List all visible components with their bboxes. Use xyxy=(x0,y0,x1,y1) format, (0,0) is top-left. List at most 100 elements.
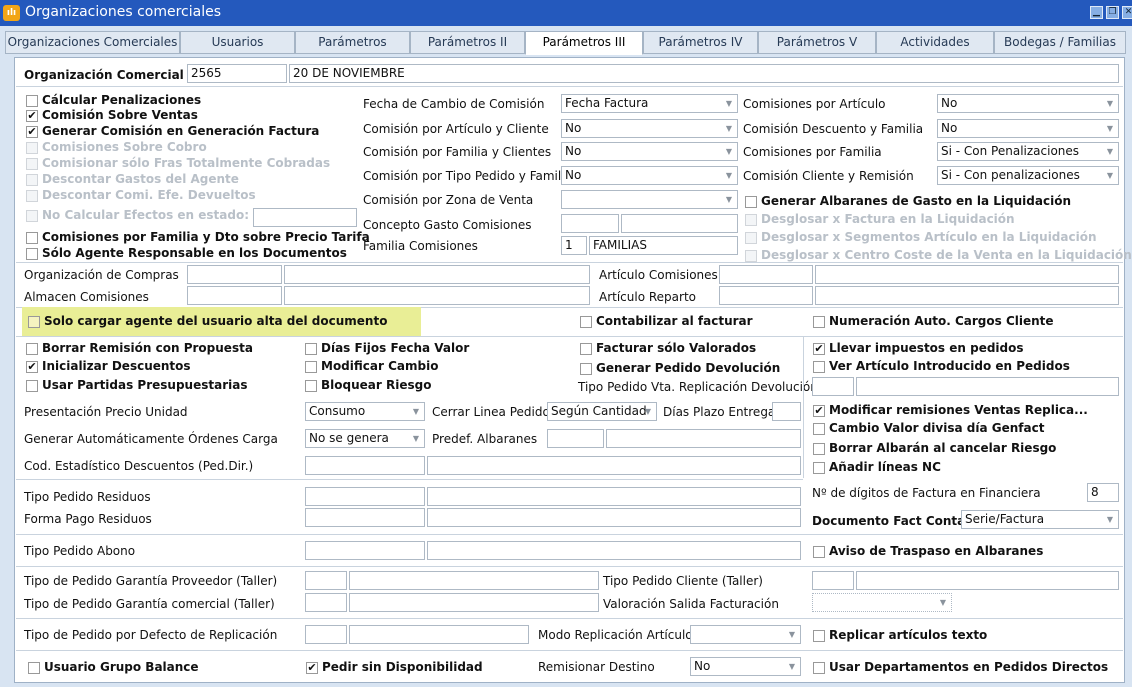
pedir-sin-checkbox[interactable]: ✔ xyxy=(306,662,318,674)
gar-com-code[interactable] xyxy=(305,593,347,612)
tipo-repl-dev-desc[interactable] xyxy=(856,377,1119,396)
tipo-repl-dev-code[interactable] xyxy=(812,377,854,396)
com-familia-select[interactable]: Si - Con Penalizaciones ▼ xyxy=(937,142,1119,161)
org-code-field[interactable]: 2565 xyxy=(187,64,287,83)
modo-repl-select[interactable]: ▼ xyxy=(690,625,801,644)
opt-d-checkbox-1[interactable] xyxy=(813,361,825,373)
opt-e-checkbox-0[interactable]: ✔ xyxy=(813,405,825,417)
tipo-abono-label: Tipo Pedido Abono xyxy=(24,544,136,558)
art-com-code[interactable] xyxy=(719,265,813,284)
concepto-gasto-code[interactable] xyxy=(561,214,619,233)
com-articulo-select[interactable]: No ▼ xyxy=(937,94,1119,113)
com-descuento-select[interactable]: No ▼ xyxy=(937,119,1119,138)
art-cliente-select[interactable]: No ▼ xyxy=(561,119,738,138)
cerrar-select[interactable]: Según Cantidad ▼ xyxy=(547,402,657,421)
art-rep-code[interactable] xyxy=(719,286,813,305)
tab-parametros-v[interactable]: Parámetros V xyxy=(758,31,876,54)
opt-a-checkbox-2[interactable] xyxy=(26,380,38,392)
gar-com-desc[interactable] xyxy=(349,593,599,612)
maximize-button[interactable]: ❐ xyxy=(1106,6,1119,19)
numeracion-checkbox[interactable] xyxy=(813,316,825,328)
art-com-desc[interactable] xyxy=(815,265,1119,284)
aviso-checkbox[interactable] xyxy=(813,546,825,558)
digitos-field[interactable]: 8 xyxy=(1087,483,1119,502)
gar-prov-desc[interactable] xyxy=(349,571,599,590)
tipo-residuos-desc[interactable] xyxy=(427,487,801,506)
usar-deptos-checkbox[interactable] xyxy=(813,662,825,674)
almacen-code[interactable] xyxy=(187,286,282,305)
tab-organizaciones-comerciales[interactable]: Organizaciones Comerciales xyxy=(5,31,180,54)
opt-b-checkbox-1[interactable] xyxy=(305,361,317,373)
left-check-label-8: Comisiones por Familia y Dto sobre Preci… xyxy=(42,230,370,244)
tab-parametros-ii[interactable]: Parámetros II xyxy=(410,31,525,54)
tab-usuarios[interactable]: Usuarios xyxy=(180,31,295,54)
predef-code[interactable] xyxy=(547,429,604,448)
tipo-pedido-fam-select[interactable]: No ▼ xyxy=(561,166,738,185)
close-button[interactable]: ✕ xyxy=(1122,6,1132,19)
replicar-texto-checkbox[interactable] xyxy=(813,630,825,642)
opt-c-checkbox-0[interactable] xyxy=(580,343,592,355)
doc-fact-select[interactable]: Serie/Factura ▼ xyxy=(961,510,1119,529)
tab-parametros-iv[interactable]: Parámetros IV xyxy=(643,31,758,54)
numeracion-label: Numeración Auto. Cargos Cliente xyxy=(829,314,1054,328)
predef-desc[interactable] xyxy=(606,429,801,448)
pedir-sin-label: Pedir sin Disponibilidad xyxy=(322,660,483,674)
tab-parametros[interactable]: Parámetros xyxy=(295,31,410,54)
opt-a-checkbox-1[interactable]: ✔ xyxy=(26,361,38,373)
compras-code[interactable] xyxy=(187,265,282,284)
cod-est-desc[interactable] xyxy=(427,456,801,475)
tipo-abono-code[interactable] xyxy=(305,541,425,560)
defecto-repl-desc[interactable] xyxy=(349,625,529,644)
left-check-checkbox-2[interactable]: ✔ xyxy=(26,126,38,138)
tipo-cli-taller-code[interactable] xyxy=(812,571,854,590)
presentacion-select[interactable]: Consumo ▼ xyxy=(305,402,425,421)
opt-b-checkbox-0[interactable] xyxy=(305,343,317,355)
opt-d-checkbox-0[interactable]: ✔ xyxy=(813,343,825,355)
almacen-desc[interactable] xyxy=(284,286,590,305)
divider xyxy=(16,336,1123,337)
right-check-checkbox-0[interactable] xyxy=(745,196,757,208)
defecto-repl-code[interactable] xyxy=(305,625,347,644)
generar-ord-select[interactable]: No se genera ▼ xyxy=(305,429,425,448)
remisionar-select[interactable]: No ▼ xyxy=(690,657,801,676)
solo-cargar-checkbox[interactable] xyxy=(28,316,40,328)
select-value: Serie/Factura xyxy=(965,512,1045,526)
aviso-label: Aviso de Traspaso en Albaranes xyxy=(829,544,1044,558)
com-cliente-select[interactable]: Si - Con penalizaciones ▼ xyxy=(937,166,1119,185)
tab-actividades[interactable]: Actividades xyxy=(876,31,994,54)
left-check-checkbox-9[interactable] xyxy=(26,248,38,260)
opt-e-checkbox-3[interactable] xyxy=(813,462,825,474)
tab-bodegas-familias[interactable]: Bodegas / Familias xyxy=(994,31,1126,54)
fam-clientes-select[interactable]: No ▼ xyxy=(561,142,738,161)
concepto-gasto-desc[interactable] xyxy=(621,214,738,233)
minimize-button[interactable]: ▁ xyxy=(1090,6,1103,19)
opt-e-checkbox-1[interactable] xyxy=(813,423,825,435)
left-check-checkbox-1[interactable]: ✔ xyxy=(26,110,38,122)
usuario-grupo-checkbox[interactable] xyxy=(28,662,40,674)
compras-desc[interactable] xyxy=(284,265,590,284)
tipo-abono-desc[interactable] xyxy=(427,541,801,560)
fecha-cambio-select[interactable]: Fecha Factura ▼ xyxy=(561,94,738,113)
tipo-residuos-code[interactable] xyxy=(305,487,425,506)
zona-venta-select[interactable]: ▼ xyxy=(561,190,738,209)
opt-e-checkbox-2[interactable] xyxy=(813,443,825,455)
opt-c-checkbox-1[interactable] xyxy=(580,363,592,375)
tab-parametros-iii[interactable]: Parámetros III xyxy=(525,31,643,55)
familia-com-desc[interactable]: FAMILIAS xyxy=(589,236,738,255)
contabilizar-checkbox[interactable] xyxy=(580,316,592,328)
art-rep-desc[interactable] xyxy=(815,286,1119,305)
estado-field[interactable] xyxy=(253,208,357,227)
familia-com-code[interactable]: 1 xyxy=(561,236,587,255)
left-check-checkbox-8[interactable] xyxy=(26,232,38,244)
left-check-checkbox-0[interactable] xyxy=(26,95,38,107)
forma-residuos-desc[interactable] xyxy=(427,508,801,527)
valoracion-select[interactable]: ▼ xyxy=(812,593,952,612)
opt-b-checkbox-2[interactable] xyxy=(305,380,317,392)
dias-plazo-field[interactable] xyxy=(772,402,801,421)
forma-residuos-code[interactable] xyxy=(305,508,425,527)
opt-a-checkbox-0[interactable] xyxy=(26,343,38,355)
cod-est-code[interactable] xyxy=(305,456,425,475)
tipo-cli-taller-desc[interactable] xyxy=(856,571,1119,590)
gar-prov-code[interactable] xyxy=(305,571,347,590)
org-name-field[interactable]: 20 DE NOVIEMBRE xyxy=(289,64,1119,83)
